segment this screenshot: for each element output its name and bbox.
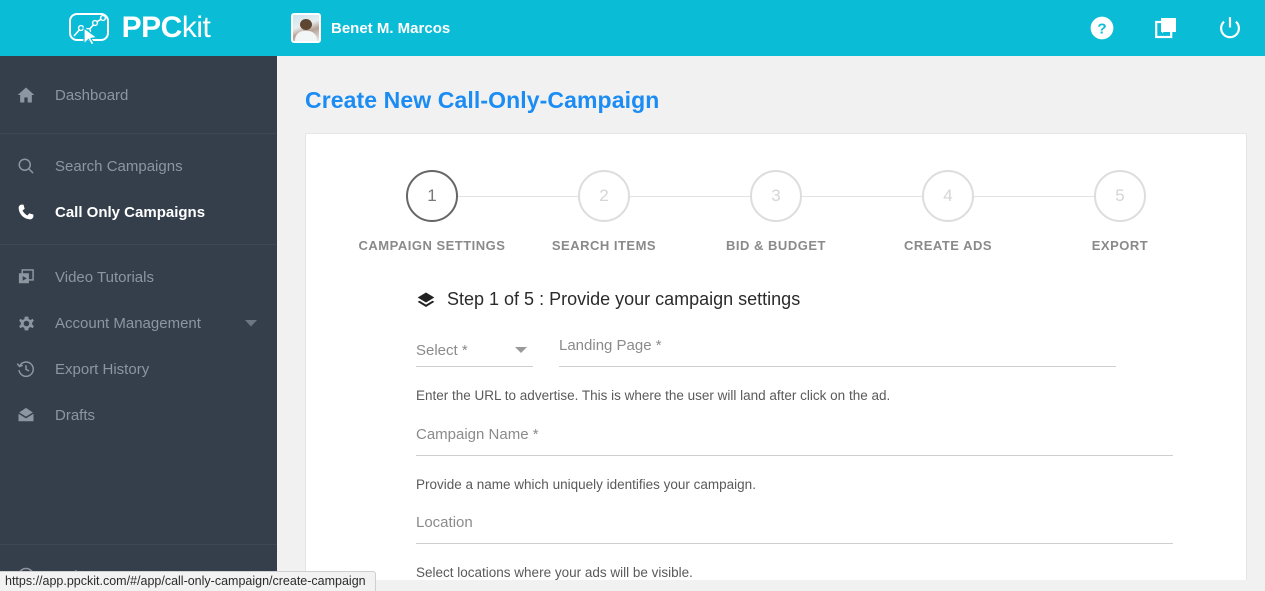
- sidebar-item-drafts[interactable]: Drafts: [0, 392, 277, 438]
- sidebar-item-account-management[interactable]: Account Management: [0, 300, 277, 346]
- sidebar-group-2: Search Campaigns Call Only Campaigns: [0, 134, 277, 245]
- step-number: 1: [406, 170, 458, 222]
- landing-page-input[interactable]: Landing Page *: [559, 337, 1116, 367]
- envelope-icon: [14, 403, 38, 427]
- step-5[interactable]: 5 EXPORT: [1034, 170, 1206, 253]
- step-2[interactable]: 2 SEARCH ITEMS: [518, 170, 776, 253]
- chart-cursor-logo-icon: [68, 13, 109, 45]
- top-header: PPCkit Benet M. Marcos ?: [0, 0, 1265, 56]
- sidebar-item-label: Search Campaigns: [55, 157, 183, 175]
- svg-text:?: ?: [1097, 20, 1106, 37]
- main-content: Create New Call-Only-Campaign 1 CAMPAIGN…: [277, 56, 1265, 591]
- sidebar-item-call-only-campaigns[interactable]: Call Only Campaigns: [0, 189, 277, 235]
- chevron-down-icon: [245, 314, 257, 332]
- step-4[interactable]: 4 CREATE ADS: [862, 170, 1120, 253]
- step-label: EXPORT: [1091, 238, 1149, 253]
- sidebar-group-3: Video Tutorials Account Management Expor…: [0, 245, 277, 447]
- step-number: 2: [578, 170, 630, 222]
- app-root: PPCkit Benet M. Marcos ? Dashboard Searc…: [0, 0, 1265, 591]
- search-icon: [14, 154, 38, 178]
- sidebar-item-dashboard[interactable]: Dashboard: [0, 72, 277, 118]
- header-actions: ?: [1089, 15, 1265, 41]
- brand-text: PPCkit: [122, 13, 211, 43]
- brand-logo[interactable]: PPCkit: [0, 0, 277, 56]
- sidebar-item-label: Video Tutorials: [55, 268, 154, 286]
- avatar: [291, 13, 321, 43]
- wizard-stepper: 1 CAMPAIGN SETTINGS 2 SEARCH ITEMS 3 BID…: [306, 134, 1246, 253]
- sidebar-item-export-history[interactable]: Export History: [0, 346, 277, 392]
- form-row-1: Select * Landing Page *: [416, 337, 1246, 367]
- step-number: 5: [1094, 170, 1146, 222]
- location-label: Location: [416, 514, 473, 531]
- history-icon: [14, 357, 38, 381]
- step-heading-text: Step 1 of 5 : Provide your campaign sett…: [447, 289, 801, 309]
- sidebar-item-label: Drafts: [55, 406, 96, 424]
- campaign-name-label: Campaign Name *: [416, 426, 539, 443]
- phone-icon: [14, 200, 38, 224]
- home-icon: [14, 83, 38, 107]
- select-dropdown[interactable]: Select *: [416, 337, 533, 367]
- wizard-card: 1 CAMPAIGN SETTINGS 2 SEARCH ITEMS 3 BID…: [305, 133, 1247, 580]
- step-number: 3: [750, 170, 802, 222]
- step-label: SEARCH ITEMS: [551, 238, 657, 253]
- user-profile[interactable]: Benet M. Marcos: [291, 13, 450, 43]
- sidebar-item-label: Export History: [55, 360, 150, 378]
- step-label: CREATE ADS: [903, 238, 993, 253]
- user-name: Benet M. Marcos: [331, 19, 451, 37]
- landing-page-helper: Enter the URL to advertise. This is wher…: [416, 388, 891, 403]
- chevron-down-icon: [515, 347, 527, 353]
- gear-icon: [14, 311, 38, 335]
- select-label: Select *: [416, 341, 468, 359]
- step-1[interactable]: 1 CAMPAIGN SETTINGS: [346, 170, 604, 253]
- step-heading: Step 1 of 5 : Provide your campaign sett…: [306, 253, 1246, 310]
- step-label: CAMPAIGN SETTINGS: [358, 238, 506, 253]
- page-title: Create New Call-Only-Campaign: [305, 87, 660, 113]
- help-circle-icon[interactable]: ?: [1089, 15, 1115, 41]
- layers-icon: [417, 292, 435, 307]
- campaign-name-input[interactable]: Campaign Name *: [416, 426, 1173, 456]
- location-helper: Select locations where your ads will be …: [416, 565, 693, 580]
- brand-name-light: kit: [181, 11, 211, 44]
- sidebar-item-label: Call Only Campaigns: [55, 203, 206, 221]
- status-bar-url: https://app.ppckit.com/#/app/call-only-c…: [0, 571, 376, 591]
- sidebar-item-video-tutorials[interactable]: Video Tutorials: [0, 254, 277, 300]
- video-tutorials-icon[interactable]: [1153, 15, 1179, 41]
- sidebar-group-1: Dashboard: [0, 56, 277, 134]
- sidebar-item-label: Dashboard: [55, 86, 129, 104]
- brand-name-bold: PPC: [121, 11, 183, 44]
- step-label: BID & BUDGET: [726, 238, 826, 253]
- campaign-name-helper: Provide a name which uniquely identifies…: [416, 477, 756, 492]
- power-icon[interactable]: [1217, 15, 1243, 41]
- sidebar: Dashboard Search Campaigns Call Only Cam…: [0, 56, 277, 591]
- step-3[interactable]: 3 BID & BUDGET: [690, 170, 948, 253]
- video-icon: [14, 265, 38, 289]
- campaign-settings-form: Select * Landing Page * Enter the URL to…: [306, 310, 1246, 580]
- landing-page-label: Landing Page *: [559, 337, 662, 354]
- sidebar-item-search-campaigns[interactable]: Search Campaigns: [0, 143, 277, 189]
- sidebar-item-label: Account Management: [55, 314, 201, 332]
- location-input[interactable]: Location: [416, 514, 1173, 544]
- step-number: 4: [922, 170, 974, 222]
